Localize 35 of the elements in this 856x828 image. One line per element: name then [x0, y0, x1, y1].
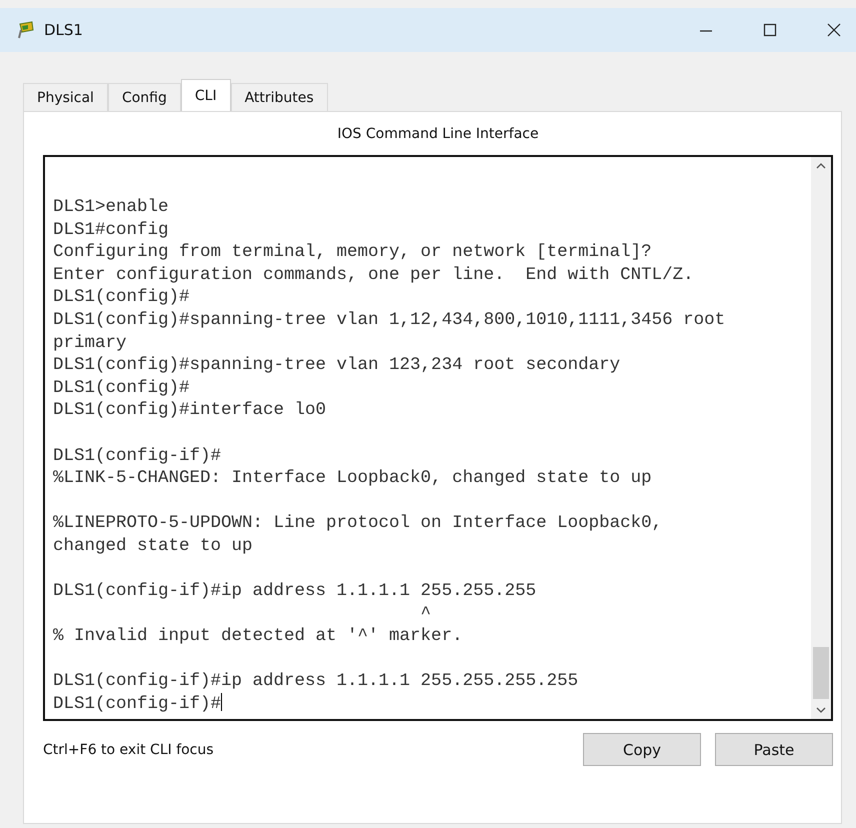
- terminal-line: DLS1(config-if)#ip address 1.1.1.1 255.255.255: [53, 580, 538, 603]
- close-icon[interactable]: [826, 22, 842, 38]
- scrollbar[interactable]: [811, 157, 831, 719]
- panel-heading: IOS Command Line Interface: [336, 125, 540, 144]
- terminal-line: DLS1>enable: [53, 196, 170, 219]
- terminal-line: Configuring from terminal, memory, or network [terminal]?: [53, 241, 653, 264]
- terminal-line: DLS1(config)#spanning-tree vlan 1,12,434,800,1010,1111,3456 root: [53, 308, 726, 332]
- terminal-line: DLS1(config-if)#: [53, 444, 222, 468]
- terminal-line: ^: [420, 602, 432, 626]
- tab[interactable]: Physical: [23, 83, 108, 111]
- focus-hint: Ctrl+F6 to exit CLI focus: [43, 742, 214, 758]
- terminal-line: DLS1(config)#interface lo0: [53, 399, 328, 422]
- terminal-line: DLS1(config-if)#ip address 1.1.1.1 255.255.255.255: [53, 670, 580, 694]
- action-button[interactable]: Copy: [583, 733, 701, 766]
- terminal-line: changed state to up: [53, 534, 254, 558]
- scroll-thumb[interactable]: [813, 647, 829, 699]
- terminal-line: DLS1(config)#spanning-tree vlan 123,234 root secondary: [53, 354, 622, 377]
- scroll-up-icon[interactable]: [815, 161, 827, 171]
- tab[interactable]: Config: [108, 83, 181, 111]
- terminal-line: DLS1(config)#: [53, 376, 191, 400]
- terminal-line: DLS1#config: [53, 218, 170, 242]
- terminal-line: DLS1(config)#: [53, 286, 191, 309]
- maximize-icon[interactable]: [762, 22, 778, 38]
- terminal-line: % Invalid input detected at '^' marker.: [53, 625, 464, 648]
- action-button[interactable]: Paste: [715, 733, 833, 766]
- scroll-down-icon[interactable]: [815, 705, 827, 715]
- terminal-line: DLS1(config-if)#: [53, 693, 224, 716]
- tab[interactable]: Attributes: [230, 83, 328, 111]
- terminal-line: %LINEPROTO-5-UPDOWN: Line protocol on Interface Loopback0,: [53, 512, 664, 535]
- terminal-line: primary: [53, 332, 128, 354]
- terminal-line: %LINK-5-CHANGED: Interface Loopback0, changed state to up: [53, 467, 653, 490]
- window-title: DLS1: [44, 21, 83, 39]
- terminal-output[interactable]: [43, 155, 833, 721]
- tab[interactable]: CLI: [180, 79, 231, 111]
- terminal-line: Enter configuration commands, one per line. End with CNTL/Z.: [53, 264, 695, 286]
